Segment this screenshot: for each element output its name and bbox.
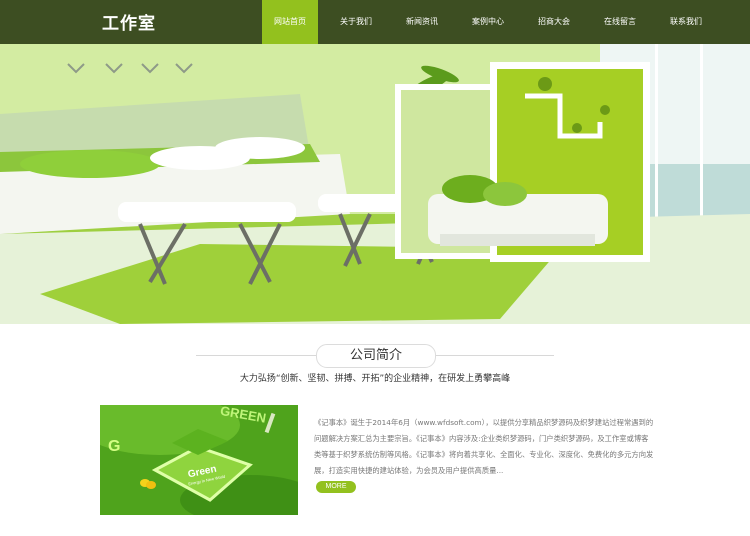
top-header: 工作室 网站首页 关于我们 新闻资讯 案例中心 招商大会 在线留言 联系我们 — [0, 0, 750, 44]
nav-item-cases[interactable]: 案例中心 — [460, 0, 516, 44]
nav-item-investment[interactable]: 招商大会 — [526, 0, 582, 44]
hero-banner[interactable] — [0, 44, 750, 324]
site-logo[interactable]: 工作室 — [102, 9, 156, 34]
nav-item-about[interactable]: 关于我们 — [328, 0, 384, 44]
about-text: 《记事本》诞生于2014年6月（www.wfdsoft.com），以提供分享精品… — [314, 418, 654, 475]
banner-illustration — [0, 44, 750, 324]
nav-item-contact[interactable]: 联系我们 — [658, 0, 714, 44]
more-button[interactable]: MORE — [316, 481, 356, 493]
company-slogan: 大力弘扬“创新、坚韧、拼搏、开拓”的企业精神，在研发上勇攀高峰 — [239, 374, 511, 384]
green-energy-illustration: GREEN G Green Energy in New World — [100, 405, 298, 515]
title-divider-left — [196, 355, 316, 356]
title-divider-right — [434, 355, 554, 356]
about-image[interactable]: GREEN G Green Energy in New World — [100, 405, 298, 515]
image-word-g: G — [108, 438, 120, 455]
main-nav: 网站首页 关于我们 新闻资讯 案例中心 招商大会 在线留言 联系我们 — [262, 0, 724, 44]
nav-item-message[interactable]: 在线留言 — [592, 0, 648, 44]
nav-item-home[interactable]: 网站首页 — [262, 0, 318, 44]
section-title: 公司简介 — [316, 344, 436, 368]
nav-item-news[interactable]: 新闻资讯 — [394, 0, 450, 44]
